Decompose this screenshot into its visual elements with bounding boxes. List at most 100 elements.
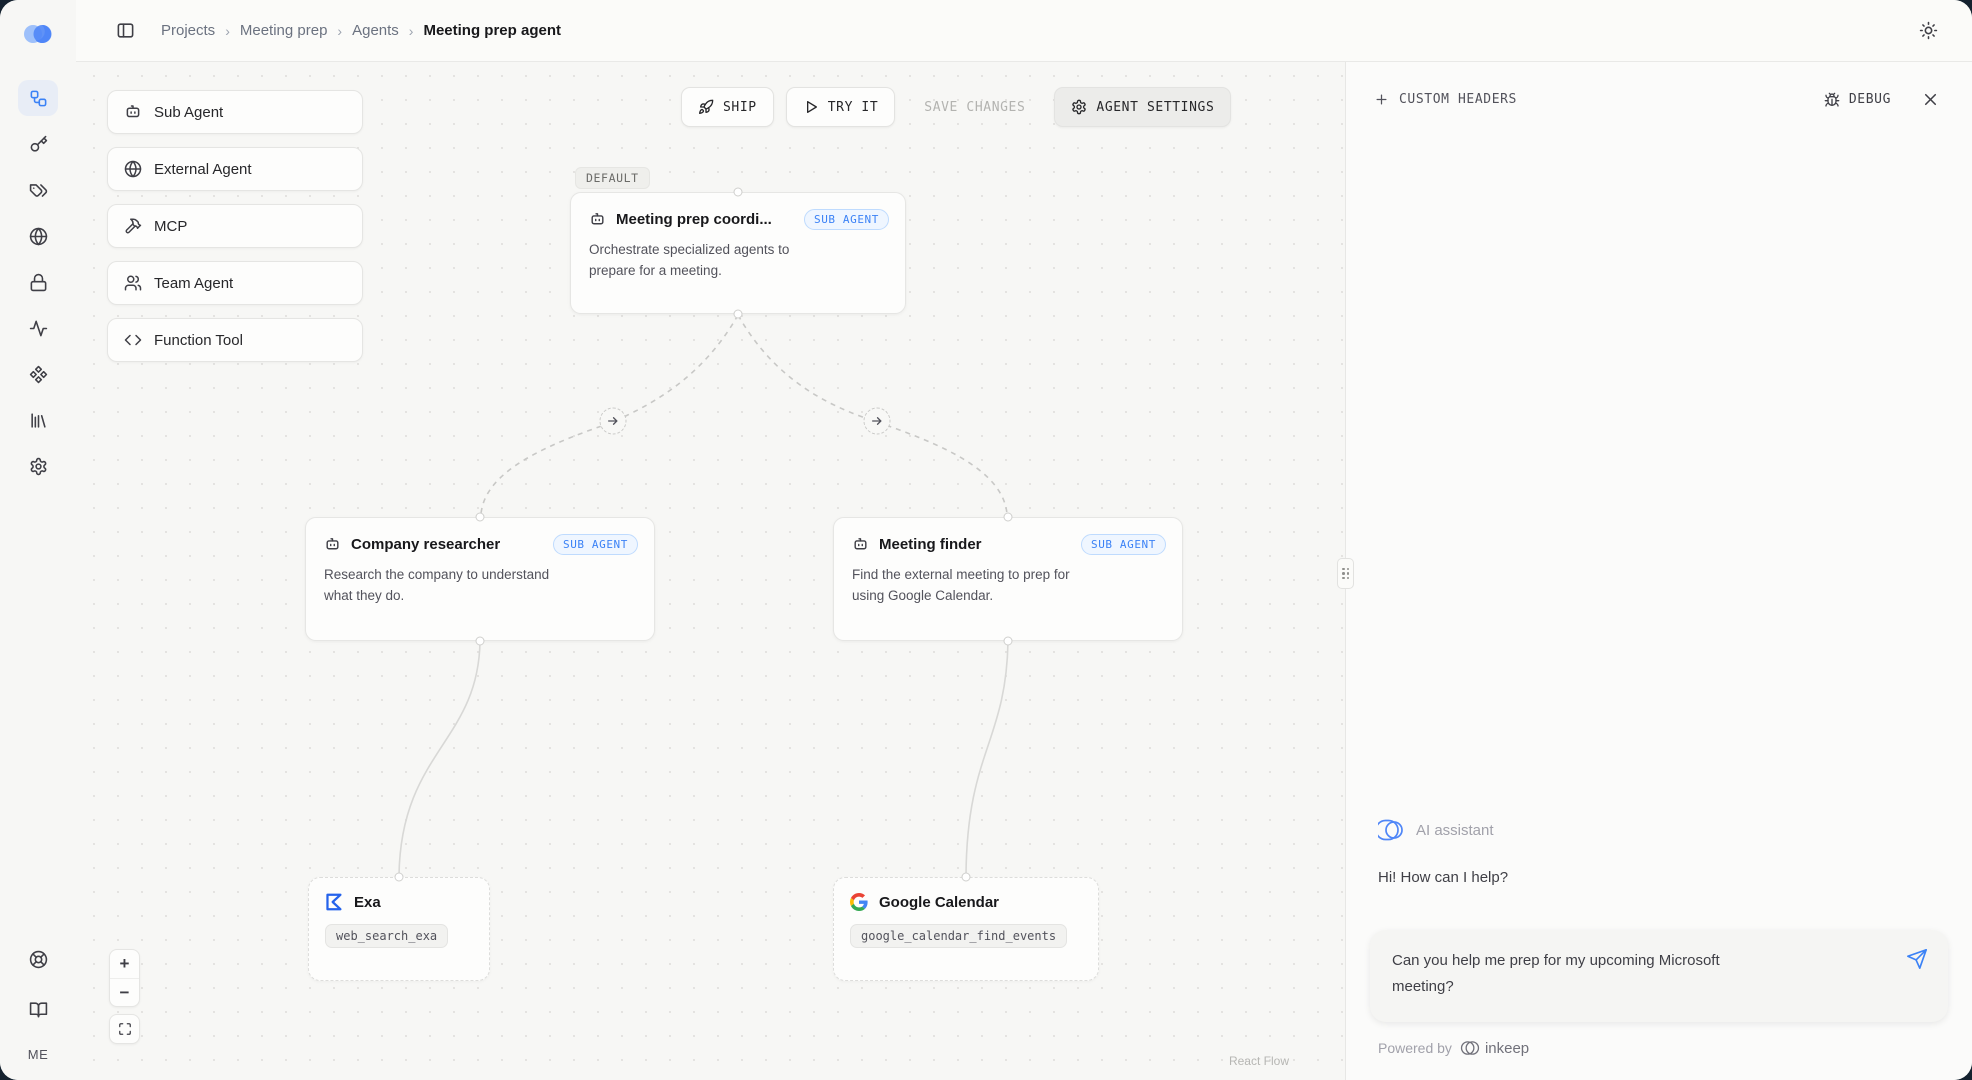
google-logo-icon: [850, 893, 868, 911]
bot-icon: [324, 536, 341, 553]
inkeep-logo-icon: [1460, 1038, 1480, 1058]
chat-area: AI assistant Hi! How can I help? Can you…: [1346, 817, 1972, 1080]
node-handle[interactable]: [395, 873, 404, 882]
node-meeting-prep-coordinator[interactable]: Meeting prep coordi... SUB AGENT Orchest…: [570, 192, 906, 314]
nav-credentials-icon[interactable]: [18, 264, 58, 300]
breadcrumb-projects[interactable]: Projects: [161, 22, 215, 39]
ship-button[interactable]: SHIP: [681, 87, 774, 127]
nav-globe-icon[interactable]: [18, 218, 58, 254]
nav-tags-icon[interactable]: [18, 172, 58, 208]
top-bar: Projects › Meeting prep › Agents › Meeti…: [76, 0, 1972, 62]
nav-keys-icon[interactable]: [18, 126, 58, 162]
theme-toggle-icon[interactable]: [1915, 17, 1942, 44]
node-meeting-finder[interactable]: Meeting finder SUB AGENT Find the extern…: [833, 517, 1183, 641]
node-title: Company researcher: [351, 536, 500, 553]
edge-arrow-icon: [864, 408, 891, 435]
left-rail: ME: [0, 0, 76, 1080]
breadcrumb-project[interactable]: Meeting prep: [240, 22, 328, 39]
nav-library-icon[interactable]: [18, 402, 58, 438]
hammer-icon: [124, 217, 142, 235]
palette-item-label: MCP: [154, 218, 187, 235]
main-column: Projects › Meeting prep › Agents › Meeti…: [76, 0, 1972, 1080]
node-handle[interactable]: [1004, 637, 1013, 646]
node-handle[interactable]: [476, 637, 485, 646]
node-description: Research the company to understand what …: [324, 565, 574, 607]
agent-settings-button[interactable]: AGENT SETTINGS: [1054, 87, 1231, 127]
users-icon: [124, 274, 142, 292]
content-row: DEFAULT Meeting prep coordi... SUB AGENT…: [76, 62, 1972, 1080]
add-custom-headers-button[interactable]: CUSTOM HEADERS: [1374, 92, 1517, 107]
graph-canvas[interactable]: DEFAULT Meeting prep coordi... SUB AGENT…: [76, 62, 1345, 1080]
debug-panel: CUSTOM HEADERS DEBUG AI assistant Hi! Ho…: [1345, 62, 1972, 1080]
debug-panel-header: CUSTOM HEADERS DEBUG: [1346, 62, 1972, 123]
node-handle[interactable]: [734, 310, 743, 319]
inkeep-assistant-icon: [1378, 817, 1404, 843]
sub-agent-badge: SUB AGENT: [553, 534, 638, 555]
rail-nav: [18, 80, 58, 484]
node-handle[interactable]: [734, 188, 743, 197]
breadcrumb-separator: ›: [409, 23, 414, 39]
zoom-out-button[interactable]: −: [110, 978, 139, 1006]
nav-components-icon[interactable]: [18, 356, 58, 392]
powered-by[interactable]: Powered by inkeep: [1370, 1022, 1948, 1080]
tool-name-pill: google_calendar_find_events: [850, 924, 1067, 948]
breadcrumb-separator: ›: [225, 23, 230, 39]
nav-settings-icon[interactable]: [18, 448, 58, 484]
maximize-icon: [118, 1022, 132, 1036]
nav-activity-icon[interactable]: [18, 310, 58, 346]
chat-input[interactable]: Can you help me prep for my upcoming Mic…: [1392, 948, 1762, 999]
panel-resize-handle[interactable]: [1337, 558, 1354, 589]
node-google-calendar-tool[interactable]: Google Calendar google_calendar_find_eve…: [833, 877, 1099, 981]
palette-item-label: Function Tool: [154, 332, 243, 349]
zoom-in-button[interactable]: +: [110, 950, 139, 978]
sidebar-toggle-icon[interactable]: [112, 17, 139, 44]
user-avatar[interactable]: ME: [28, 1041, 49, 1062]
gear-icon: [1071, 99, 1087, 115]
assistant-greeting: Hi! How can I help?: [1378, 869, 1948, 886]
palette-item-label: External Agent: [154, 161, 252, 178]
inkeep-logo[interactable]: [21, 22, 55, 46]
assistant-header: AI assistant: [1370, 817, 1948, 843]
node-exa-tool[interactable]: Exa web_search_exa: [308, 877, 490, 981]
react-flow-attribution[interactable]: React Flow: [1229, 1054, 1289, 1068]
fit-view-button[interactable]: [110, 1015, 139, 1043]
send-icon[interactable]: [1906, 948, 1928, 973]
node-handle[interactable]: [476, 513, 485, 522]
bot-icon: [589, 211, 606, 228]
try-it-button[interactable]: TRY IT: [786, 87, 896, 127]
node-handle[interactable]: [1004, 513, 1013, 522]
rail-bottom: ME: [18, 941, 58, 1062]
palette-item-external-agent[interactable]: External Agent: [107, 147, 363, 191]
nav-agents-icon[interactable]: [18, 80, 58, 116]
docs-icon[interactable]: [18, 991, 58, 1027]
debug-button[interactable]: DEBUG: [1824, 92, 1891, 108]
node-handle[interactable]: [962, 873, 971, 882]
canvas-toolbar: SHIP TRY IT SAVE CHANGES AGENT SETTINGS: [681, 87, 1231, 127]
edge-arrow-icon: [600, 408, 627, 435]
node-description: Find the external meeting to prep for us…: [852, 565, 1102, 607]
bot-icon: [852, 536, 869, 553]
palette-item-team-agent[interactable]: Team Agent: [107, 261, 363, 305]
palette-item-sub-agent[interactable]: Sub Agent: [107, 90, 363, 134]
plus-icon: [1374, 92, 1389, 107]
palette-item-label: Sub Agent: [154, 104, 223, 121]
sub-agent-badge: SUB AGENT: [1081, 534, 1166, 555]
globe-icon: [124, 160, 142, 178]
palette-item-function-tool[interactable]: Function Tool: [107, 318, 363, 362]
node-title: Meeting finder: [879, 536, 982, 553]
zoom-controls: + −: [109, 949, 140, 1044]
code-icon: [124, 331, 142, 349]
app-window: ME Projects › Meeting prep › Agents › Me…: [0, 0, 1972, 1080]
breadcrumb-agents[interactable]: Agents: [352, 22, 399, 39]
palette-item-mcp[interactable]: MCP: [107, 204, 363, 248]
node-description: Orchestrate specialized agents to prepar…: [589, 240, 839, 282]
save-changes-button[interactable]: SAVE CHANGES: [907, 87, 1042, 127]
palette-item-label: Team Agent: [154, 275, 233, 292]
node-palette: Sub Agent External Agent MCP Team Agent: [107, 90, 363, 362]
tool-name-pill: web_search_exa: [325, 924, 448, 948]
node-company-researcher[interactable]: Company researcher SUB AGENT Research th…: [305, 517, 655, 641]
help-icon[interactable]: [18, 941, 58, 977]
powered-by-label: Powered by: [1378, 1040, 1452, 1056]
chat-input-card: Can you help me prep for my upcoming Mic…: [1370, 930, 1948, 1022]
close-panel-icon[interactable]: [1917, 86, 1944, 113]
